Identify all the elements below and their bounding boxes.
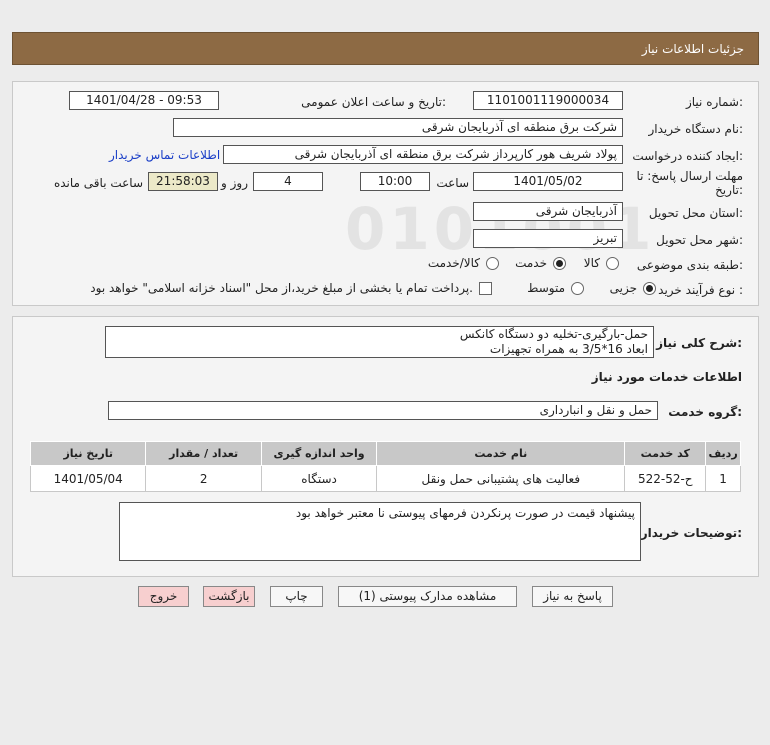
view-attachments-button[interactable]: مشاهده مدارک پیوستی (1): [338, 586, 517, 607]
service-group-field: حمل و نقل و انبارداری: [108, 401, 658, 420]
treasury-payment-note: پرداخت تمام یا بخشی از مبلغ خرید،از محل …: [90, 281, 473, 295]
buyer-notes-label: توضیحات خریدار:: [640, 526, 742, 540]
summary-line-2: ابعاد 16*3/5 به همراه تجهیزات: [489, 342, 648, 356]
cell-row: 1: [705, 465, 741, 492]
category-option-goods-service: کالا/خدمت: [427, 256, 480, 270]
cell-qty: 2: [145, 465, 262, 492]
days-field: 4: [253, 172, 323, 191]
buyer-notes-box: پیشنهاد قیمت در صورت پرنکردن فرمهای پیوس…: [119, 502, 641, 561]
category-option-goods: کالا: [583, 256, 600, 270]
deadline-label: مهلت ارسال پاسخ: تا: [636, 169, 743, 183]
creator-label: ایجاد کننده درخواست:: [632, 149, 743, 163]
table-header-row: ردیف کد خدمت نام خدمت واحد اندازه گیری ت…: [29, 441, 741, 466]
services-table: ردیف کد خدمت نام خدمت واحد اندازه گیری ت…: [29, 441, 741, 492]
buyer-contact-link[interactable]: اطلاعات تماس خریدار: [109, 148, 220, 162]
creator-field: پولاد شریف هور کارپرداز شرکت برق منطقه ا…: [223, 145, 623, 164]
category-radio-goods[interactable]: [606, 257, 619, 270]
treasury-payment-checkbox[interactable]: [479, 282, 492, 295]
need-details-panel: [12, 81, 759, 306]
table-row: 1 ح-52-522 فعالیت های پشتیبانی حمل ونقل …: [29, 465, 741, 492]
days-label: روز و: [221, 176, 248, 190]
category-radio-service[interactable]: [553, 257, 566, 270]
col-code-header: کد خدمت: [624, 441, 707, 466]
cell-date: 1401/05/04: [29, 465, 147, 492]
category-radio-goods-service[interactable]: [486, 257, 499, 270]
process-radio-medium[interactable]: [571, 282, 584, 295]
col-unit-header: واحد اندازه گیری: [260, 441, 378, 466]
remaining-time-field: 21:58:03: [148, 172, 218, 191]
summary-line-1: حمل-بارگیری-تخلیه دو دستگاه کانکس: [459, 327, 648, 341]
print-button[interactable]: چاپ: [270, 586, 323, 607]
remaining-label: ساعت باقی مانده: [53, 176, 143, 190]
reply-button[interactable]: پاسخ به نیاز: [532, 586, 613, 607]
col-name-header: نام خدمت: [376, 441, 626, 466]
province-label: استان محل تحویل:: [648, 206, 743, 220]
category-label: طبقه بندی موضوعی:: [636, 258, 743, 272]
deadline-date-field: 1401/05/02: [473, 172, 623, 191]
page-title: جزئیات اطلاعات نیاز: [641, 42, 744, 56]
deadline-time-field: 10:00: [360, 172, 430, 191]
need-number-field: 1101001119000034: [473, 91, 623, 110]
announce-label: تاریخ و ساعت اعلان عمومی:: [301, 95, 446, 109]
summary-label: شرح کلی نیاز:: [656, 336, 742, 350]
back-button[interactable]: بازگشت: [203, 586, 255, 607]
col-row-header: ردیف: [705, 441, 741, 466]
need-number-label: شماره نیاز:: [685, 95, 743, 109]
col-qty-header: تعداد / مقدار: [145, 441, 262, 466]
process-option-medium: متوسط: [527, 281, 565, 295]
city-field: تبریز: [473, 229, 623, 248]
process-radio-minor[interactable]: [643, 282, 656, 295]
page-header: جزئیات اطلاعات نیاز: [12, 32, 759, 65]
col-date-header: تاریخ نیاز: [29, 441, 147, 466]
buyer-org-label: نام دستگاه خریدار:: [648, 122, 744, 136]
summary-box: حمل-بارگیری-تخلیه دو دستگاه کانکس ابعاد …: [105, 326, 654, 358]
process-label: نوع فرآیند خرید :: [658, 283, 743, 297]
cell-code: ح-52-522: [624, 465, 707, 492]
deadline-time-label: ساعت: [436, 176, 469, 190]
cell-unit: دستگاه: [260, 465, 378, 492]
announce-field: 1401/04/28 - 09:53: [69, 91, 219, 110]
cell-name: فعالیت های پشتیبانی حمل ونقل: [376, 465, 626, 492]
exit-button[interactable]: خروج: [138, 586, 189, 607]
deadline-label-date: تاریخ:: [715, 183, 743, 197]
service-group-label: گروه خدمت:: [668, 405, 742, 419]
city-label: شهر محل تحویل:: [656, 233, 743, 247]
process-option-minor: جزیی: [609, 281, 637, 295]
services-heading: اطلاعات خدمات مورد نیاز: [591, 370, 742, 384]
category-option-service: خدمت: [515, 256, 547, 270]
province-field: آذربایجان شرقی: [473, 202, 623, 221]
buyer-org-field: شرکت برق منطقه ای آذربایجان شرقی: [173, 118, 623, 137]
